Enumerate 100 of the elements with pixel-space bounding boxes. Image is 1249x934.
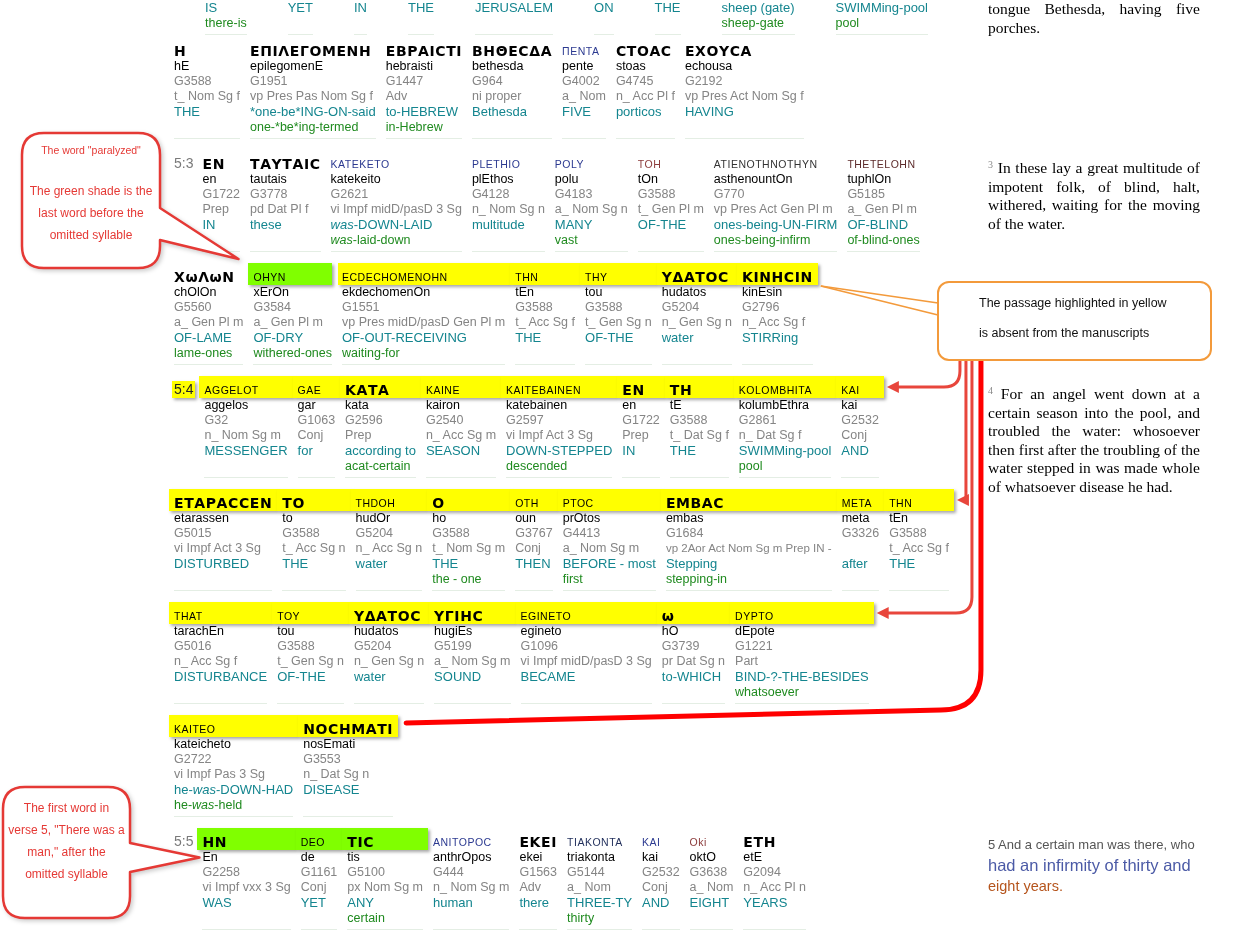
literal-gloss: sheep (gate) xyxy=(721,0,795,16)
literal-gloss: human xyxy=(433,895,474,911)
parsing-code: vp Pres midD/pasD Gen Pl m xyxy=(342,315,506,330)
strongs-number: G964 xyxy=(472,74,504,89)
greek-word: ΕΤΑΡΑϹϹΕΝ xyxy=(174,495,273,511)
parsing-code: vi Impf midD/pasD 3 Sg xyxy=(330,202,462,217)
word-label: POLY xyxy=(554,157,586,171)
parsing-code: a_ Nom xyxy=(567,880,612,895)
greek-word: ΕΚΕΙ xyxy=(519,834,558,850)
strongs-number: G1221 xyxy=(735,639,774,654)
word-label: DYPTO xyxy=(735,609,775,623)
strongs-number: G5016 xyxy=(174,639,213,654)
parsing-code: t_ Acc Sg f xyxy=(515,315,575,330)
transliteration: tou xyxy=(277,624,296,639)
word-label: THN xyxy=(889,496,914,510)
literal-gloss: OF-BLIND xyxy=(847,217,910,233)
word-label: DEO xyxy=(300,835,326,849)
strongs-number: G1551 xyxy=(342,300,381,315)
parsing-code: n_ Gen Sg n xyxy=(661,315,732,330)
strongs-number: G3739 xyxy=(661,639,701,654)
literal-gloss: DISTURBED xyxy=(174,556,251,572)
literal-gloss: IN xyxy=(622,443,637,459)
gloss-meaning: pool xyxy=(835,16,861,31)
parsing-code: t_ Gen Pl m xyxy=(637,202,704,217)
strongs-number: G3588 xyxy=(889,526,928,541)
literal-gloss: YET xyxy=(287,0,313,16)
parsing-code: a_ Gen Pl m xyxy=(253,315,324,330)
literal-gloss: SEASON xyxy=(425,443,482,459)
strongs-number: G3588 xyxy=(432,526,471,541)
literal-gloss: MANY xyxy=(554,217,594,233)
literal-gloss: DOWN-STEPPED xyxy=(506,443,613,459)
literal-gloss: OF-THE xyxy=(585,330,635,346)
literal-gloss: SOUND xyxy=(434,669,483,685)
strongs-number: G1161 xyxy=(300,865,338,880)
gloss-meaning: one-*be*ing-termed xyxy=(250,120,360,135)
greek-word: Η xyxy=(174,43,188,59)
transliteration: aggelos xyxy=(204,398,250,413)
parsing-code: Prep xyxy=(622,428,650,443)
gloss-meaning: first xyxy=(562,572,584,587)
transliteration: tEn xyxy=(515,285,535,300)
strongs-number: G2094 xyxy=(743,865,782,880)
gloss-meaning: descended xyxy=(506,459,569,474)
strongs-number: G1447 xyxy=(385,74,425,89)
strongs-number: G32 xyxy=(204,413,230,428)
word-label: TIAKONTA xyxy=(567,835,624,849)
gloss-meaning: lame-ones xyxy=(174,346,234,361)
parsing-code: vi Impf Act 3 Sg xyxy=(174,541,262,556)
strongs-number: G4745 xyxy=(615,74,655,89)
greek-word: ΤΙϹ xyxy=(347,834,376,850)
strongs-number: G5560 xyxy=(174,300,213,315)
transliteration: ekei xyxy=(519,850,544,865)
literal-gloss: he-was-DOWN-HAD xyxy=(174,782,294,798)
word-label: Oki xyxy=(689,835,708,849)
transliteration: oktO xyxy=(689,850,717,865)
strongs-number: G5015 xyxy=(174,526,213,541)
transliteration: bethesda xyxy=(472,59,525,74)
literal-gloss: OF-THE xyxy=(637,217,688,233)
strongs-number: G1684 xyxy=(665,526,705,541)
parsing-code: n_ Acc Pl n xyxy=(743,880,806,895)
transliteration: kata xyxy=(345,398,370,413)
parsing-code: vp Pres Act Nom Sg f xyxy=(684,89,804,104)
gloss-meaning: there-is xyxy=(205,16,247,31)
parsing-code: n_ Dat Sg n xyxy=(303,767,371,782)
greek-word: ΕΝ xyxy=(202,156,226,172)
word-label: PTOC xyxy=(562,496,595,510)
literal-gloss: according to xyxy=(345,443,416,459)
word-label: META xyxy=(841,496,874,510)
word-label: ECDECHOMENOHN xyxy=(342,270,449,284)
parsing-code: n_ Nom Sg m xyxy=(204,428,282,443)
literal-gloss: YET xyxy=(300,895,327,911)
literal-gloss: after xyxy=(841,556,869,572)
strongs-number: G4413 xyxy=(562,526,602,541)
parsing-code: Adv xyxy=(519,880,542,895)
strongs-number: G4128 xyxy=(471,187,511,202)
literal-gloss: BECAME xyxy=(520,669,577,685)
parsing-code: n_ Acc Sg f xyxy=(174,654,239,669)
parsing-code: Conj xyxy=(300,880,328,895)
literal-gloss: MESSENGER xyxy=(204,443,288,459)
transliteration: embas xyxy=(665,511,705,526)
gloss-meaning: vast xyxy=(554,233,579,248)
greek-word: ΚΙΝΗϹΙΝ xyxy=(741,269,813,285)
literal-gloss: SWIMMing-pool xyxy=(835,0,928,16)
literal-gloss: *one-be*ING-ON-said xyxy=(250,104,376,120)
parsing-code: a_ Nom Sg n xyxy=(554,202,628,217)
parsing-code: n_ Nom Sg n xyxy=(471,202,545,217)
parsing-code: a_ Nom xyxy=(562,89,606,104)
word-label: ΠΕΝΤΑ xyxy=(562,44,601,58)
greek-word: ΕΜΒΑϹ xyxy=(665,495,726,511)
literal-gloss: to-HEBREW xyxy=(385,104,459,120)
parsing-code: t_ Nom Sg f xyxy=(174,89,240,104)
parsing-code: ni proper xyxy=(472,89,523,104)
literal-gloss: Bethesda xyxy=(472,104,529,120)
literal-gloss: IN xyxy=(202,217,217,233)
word-label: KAINE xyxy=(425,383,461,397)
parsing-code: a_ Nom Sg m xyxy=(562,541,641,556)
parsing-code: a_ Gen Pl m xyxy=(174,315,244,330)
strongs-number: G2722 xyxy=(174,752,213,767)
parsing-code: vp 2Aor Act Nom Sg m Prep IN - xyxy=(665,541,832,556)
strongs-number: G3778 xyxy=(250,187,289,202)
literal-gloss: SWIMMing-pool xyxy=(738,443,832,459)
